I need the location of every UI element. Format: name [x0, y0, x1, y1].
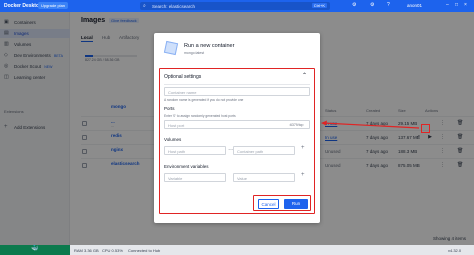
volumes-heading: Volumes — [164, 137, 182, 142]
chevron-up-icon[interactable]: ⌃ — [302, 72, 307, 79]
app-title: Docker Desktop — [4, 3, 43, 9]
status-bar: 🐳 RAM 3.36 GB CPU 0.53% Connected to Hub… — [0, 245, 474, 255]
container-path-placeholder: Container path — [237, 149, 264, 154]
optional-settings-toggle[interactable]: Optional settings — [164, 74, 201, 80]
title-bar: Docker Desktop Upgrade plan ⌕ Search: el… — [0, 0, 474, 12]
minimize-icon[interactable]: – — [446, 2, 449, 8]
value-input[interactable]: Value — [233, 173, 295, 182]
maximize-icon[interactable]: □ — [455, 2, 458, 8]
host-port-input[interactable]: Host port :6379/tcp — [164, 120, 310, 129]
env-vars-heading: Environment variables — [164, 164, 209, 169]
cancel-button[interactable]: Cancel — [258, 199, 279, 209]
annotation-highlight — [421, 124, 430, 133]
host-port-placeholder: Host port — [168, 123, 185, 128]
container-cube-icon — [163, 40, 179, 56]
run-container-dialog: Run a new container mongo:latest Optiona… — [154, 33, 320, 223]
settings-icon[interactable]: ⚙ — [370, 2, 374, 8]
container-name-hint: A random name is generated if you do not… — [164, 98, 244, 102]
user-account[interactable]: anon01 — [407, 3, 422, 8]
add-variable-icon[interactable]: + — [301, 172, 305, 178]
container-name-placeholder: Container name — [168, 90, 197, 95]
divider — [164, 84, 310, 85]
ports-heading: Ports — [164, 106, 175, 111]
search-placeholder: Search: elasticsearch — [152, 3, 196, 9]
search-shortcut: Ctrl+K — [311, 3, 327, 8]
search-icon: ⌕ — [143, 3, 146, 9]
add-volume-icon[interactable]: + — [301, 145, 305, 151]
close-icon[interactable]: × — [464, 2, 467, 8]
container-path-input[interactable]: Container path — [233, 146, 295, 155]
help-icon[interactable]: ? — [387, 2, 390, 8]
upgrade-plan-button[interactable]: Upgrade plan — [38, 2, 69, 9]
app-version: v4.32.0 — [448, 248, 462, 253]
container-port-label: :6379/tcp — [289, 123, 304, 127]
container-name-input[interactable]: Container name — [164, 87, 310, 96]
extensions-icon[interactable]: ⚙ — [352, 2, 356, 8]
annotation-arrow — [321, 120, 420, 129]
ram-usage: RAM 3.36 GB — [74, 248, 99, 253]
dialog-title: Run a new container — [184, 43, 235, 49]
optional-settings-panel: Optional settings ⌃ Container name A ran… — [159, 68, 315, 214]
ports-hint: Enter '0' to assign randomly generated h… — [164, 114, 236, 118]
run-button[interactable]: Run — [284, 199, 308, 209]
dialog-subtitle: mongo:latest — [184, 51, 205, 55]
hub-connection: Connected to Hub — [128, 248, 161, 253]
dialog-actions: Cancel Run — [253, 195, 311, 211]
search-input[interactable]: ⌕ Search: elasticsearch Ctrl+K — [140, 2, 330, 10]
host-path-placeholder: Host path — [168, 149, 186, 154]
cpu-usage: CPU 0.53% — [102, 248, 123, 253]
value-placeholder: Value — [237, 176, 247, 181]
host-path-input[interactable]: Host path — [164, 146, 226, 155]
variable-placeholder: Variable — [168, 176, 183, 181]
variable-input[interactable]: Variable — [164, 173, 226, 182]
docker-whale-icon[interactable]: 🐳 — [0, 245, 70, 255]
